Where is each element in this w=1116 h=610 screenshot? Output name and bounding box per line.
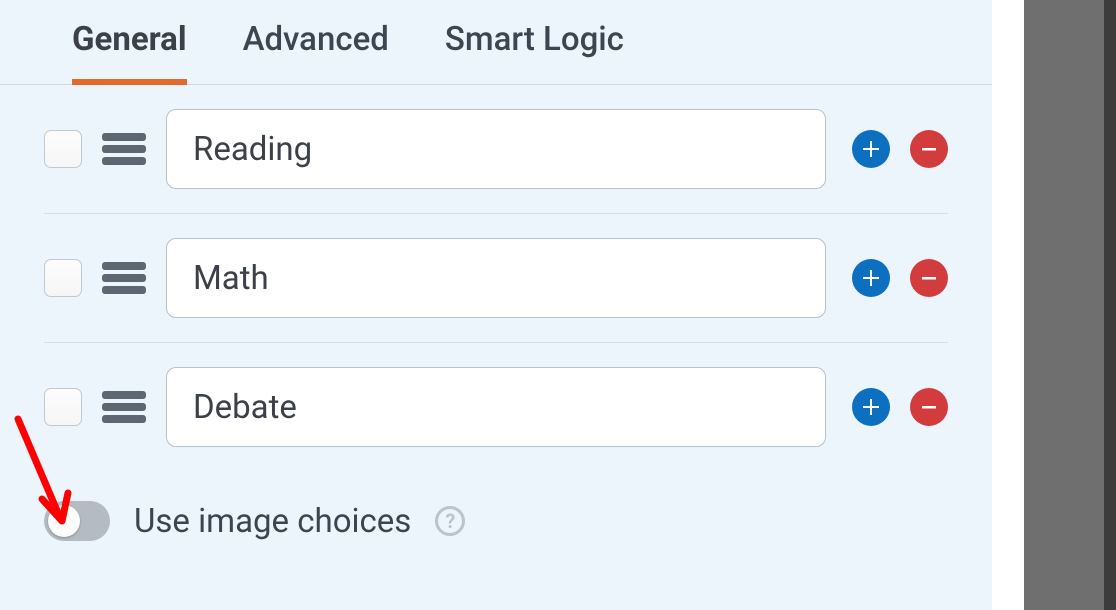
choice-checkbox[interactable]	[44, 130, 82, 168]
row-actions	[852, 388, 948, 426]
add-choice-button[interactable]	[852, 130, 890, 168]
choice-rows	[0, 85, 992, 471]
choice-input[interactable]	[166, 109, 826, 189]
choice-row	[44, 85, 948, 214]
plus-icon	[861, 139, 881, 159]
tab-advanced[interactable]: Advanced	[243, 20, 389, 85]
image-choices-toggle[interactable]	[44, 501, 110, 541]
choice-checkbox[interactable]	[44, 388, 82, 426]
choice-row	[44, 214, 948, 343]
tab-general[interactable]: General	[72, 20, 187, 85]
choice-checkbox[interactable]	[44, 259, 82, 297]
add-choice-button[interactable]	[852, 259, 890, 297]
plus-icon	[861, 268, 881, 288]
plus-icon	[861, 397, 881, 417]
row-actions	[852, 259, 948, 297]
drag-handle-icon[interactable]	[102, 390, 146, 424]
minus-icon	[919, 268, 939, 288]
settings-panel: General Advanced Smart Logic	[0, 0, 992, 610]
tab-smart-logic[interactable]: Smart Logic	[445, 20, 624, 85]
add-choice-button[interactable]	[852, 388, 890, 426]
image-choices-row: Use image choices ?	[0, 471, 992, 541]
choice-input[interactable]	[166, 367, 826, 447]
drag-handle-icon[interactable]	[102, 261, 146, 295]
tabs: General Advanced Smart Logic	[0, 0, 992, 85]
drag-handle-icon[interactable]	[102, 132, 146, 166]
minus-icon	[919, 139, 939, 159]
choice-input[interactable]	[166, 238, 826, 318]
help-icon[interactable]: ?	[435, 506, 465, 536]
row-actions	[852, 130, 948, 168]
page-edge	[992, 0, 1024, 610]
image-choices-label: Use image choices	[134, 502, 411, 541]
choice-row	[44, 343, 948, 471]
remove-choice-button[interactable]	[910, 388, 948, 426]
remove-choice-button[interactable]	[910, 130, 948, 168]
browser-chrome-strip	[1024, 0, 1116, 610]
remove-choice-button[interactable]	[910, 259, 948, 297]
minus-icon	[919, 397, 939, 417]
toggle-knob	[48, 505, 80, 537]
